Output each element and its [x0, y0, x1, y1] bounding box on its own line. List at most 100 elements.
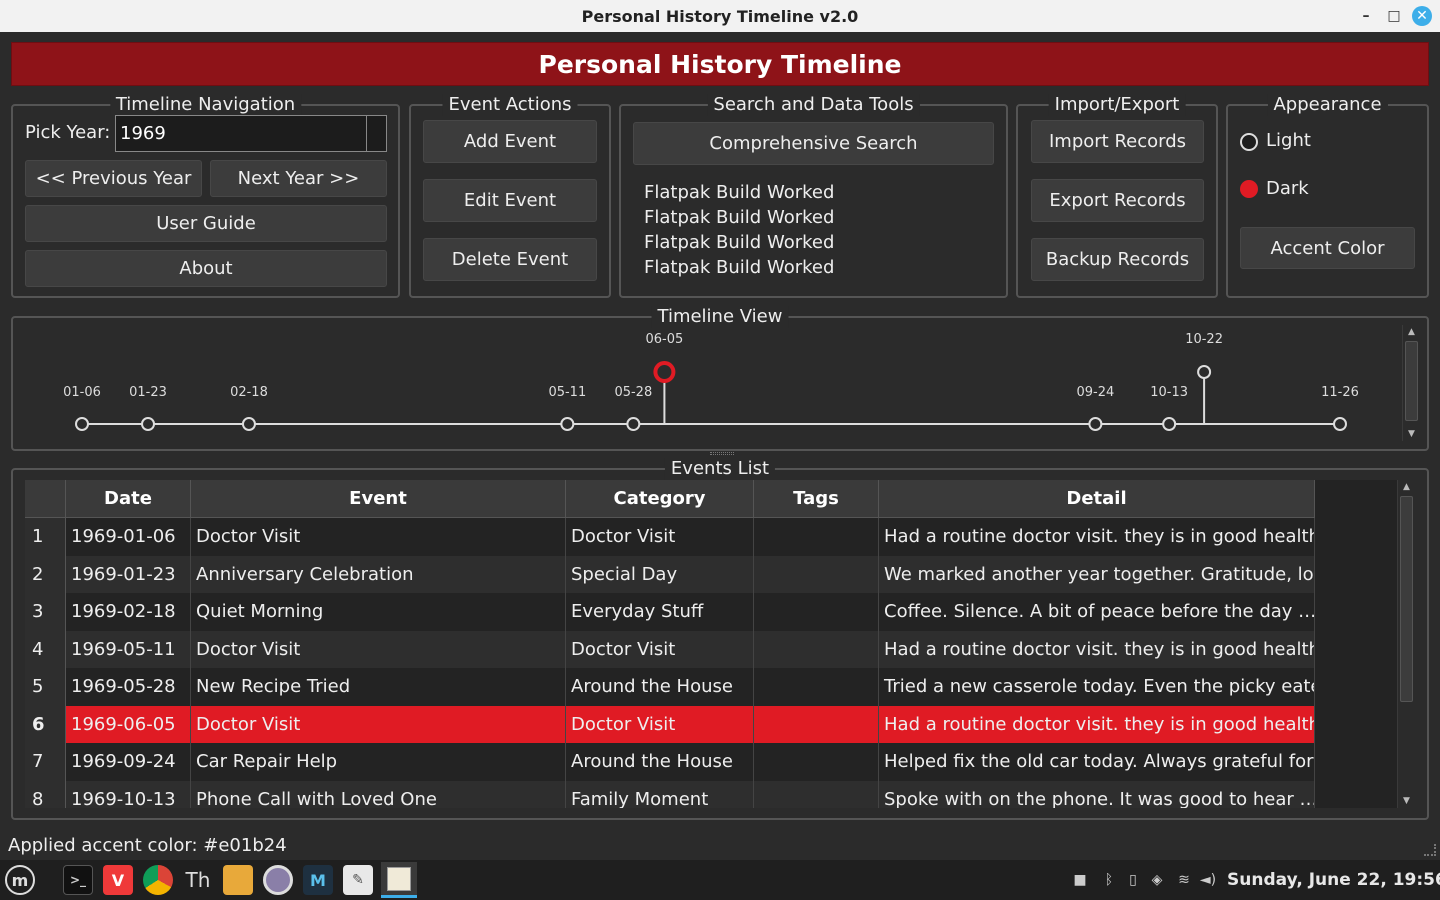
wifi-icon[interactable]: ≋ — [1174, 870, 1194, 890]
cell-date[interactable]: 1969-01-06 — [66, 518, 191, 556]
cell-tags[interactable] — [754, 593, 879, 631]
table-row[interactable]: 6 1969-06-05 Doctor Visit Doctor Visit Had a… — [25, 705, 1315, 743]
row-number[interactable]: 5 — [25, 668, 66, 706]
cell-tags[interactable] — [754, 668, 879, 706]
add-event-button[interactable]: Add Event — [423, 120, 597, 163]
cell-detail[interactable]: We marked another year together. Gratitu… — [879, 555, 1315, 593]
camera-tray-icon[interactable]: ■ — [1070, 870, 1090, 890]
cell-detail[interactable]: Helped fix the old car today. Always gra… — [879, 743, 1315, 781]
scroll-up-icon[interactable]: ▲ — [1403, 325, 1420, 339]
timeline-scrollbar[interactable]: ▲ ▼ — [1402, 325, 1420, 441]
camera-icon[interactable] — [263, 865, 293, 895]
cell-category[interactable]: Around the House — [566, 743, 754, 781]
terminal-icon[interactable]: >_ — [63, 865, 93, 895]
cell-tags[interactable] — [754, 555, 879, 593]
backup-records-button[interactable]: Backup Records — [1031, 238, 1204, 281]
cell-event[interactable]: Doctor Visit — [191, 518, 566, 556]
cell-event[interactable]: Quiet Morning — [191, 593, 566, 631]
cell-detail[interactable]: Coffee. Silence. A bit of peace before t… — [879, 593, 1315, 631]
cell-date[interactable]: 1969-01-23 — [66, 555, 191, 593]
dark-radio-label[interactable]: Dark — [1266, 178, 1309, 199]
clock[interactable]: Sunday, June 22, 19:56 — [1227, 870, 1440, 890]
scroll-down-icon[interactable]: ▼ — [1403, 427, 1420, 441]
cell-tags[interactable] — [754, 780, 879, 808]
cell-detail[interactable]: Had a routine doctor visit. they is in g… — [879, 705, 1315, 743]
volume-icon[interactable]: ◄) — [1198, 870, 1218, 890]
mail-icon[interactable]: M — [303, 865, 333, 895]
bluetooth-icon[interactable]: ᛒ — [1099, 870, 1119, 890]
timeline-marker[interactable] — [141, 417, 156, 431]
cell-category[interactable]: Special Day — [566, 555, 754, 593]
scrollbar-thumb[interactable] — [1405, 341, 1418, 421]
files-icon[interactable] — [223, 865, 253, 895]
cell-detail[interactable]: Tried a new casserole today. Even the pi… — [879, 668, 1315, 706]
table-row[interactable]: 1 1969-01-06 Doctor Visit Doctor Visit Had a… — [25, 518, 1315, 556]
text-editor-icon[interactable]: ✎ — [343, 865, 373, 895]
vivaldi-icon[interactable]: V — [103, 865, 133, 895]
scroll-down-icon[interactable]: ▼ — [1398, 794, 1415, 808]
cell-date[interactable]: 1969-09-24 — [66, 743, 191, 781]
cell-detail[interactable]: Had a routine doctor visit. they is in g… — [879, 518, 1315, 556]
edit-event-button[interactable]: Edit Event — [423, 179, 597, 222]
timeline-marker[interactable] — [1088, 417, 1103, 431]
cell-event[interactable]: Anniversary Celebration — [191, 555, 566, 593]
chrome-icon[interactable] — [143, 865, 173, 895]
timeline-marker[interactable] — [1197, 365, 1212, 379]
timeline-marker[interactable] — [653, 361, 676, 383]
events-table[interactable]: Date Event Category Tags Detail 1 1969-01… — [25, 480, 1397, 808]
cell-category[interactable]: Doctor Visit — [566, 518, 754, 556]
export-records-button[interactable]: Export Records — [1031, 179, 1204, 222]
table-scrollbar[interactable]: ▲ ▼ — [1397, 480, 1415, 808]
cell-tags[interactable] — [754, 705, 879, 743]
previous-year-button[interactable]: << Previous Year — [25, 160, 202, 197]
table-row[interactable]: 3 1969-02-18 Quiet Morning Everyday Stuff Co… — [25, 593, 1315, 631]
cell-tags[interactable] — [754, 743, 879, 781]
maximize-button[interactable]: □ — [1384, 0, 1404, 32]
typography-icon[interactable]: Th — [183, 865, 213, 895]
table-row[interactable]: 5 1969-05-28 New Recipe Tried Around the Ho… — [25, 668, 1315, 706]
cell-date[interactable]: 1969-06-05 — [66, 705, 191, 743]
scrollbar-thumb[interactable] — [1400, 496, 1413, 702]
column-header-date[interactable]: Date — [66, 480, 191, 518]
comprehensive-search-button[interactable]: Comprehensive Search — [633, 122, 994, 165]
cell-detail[interactable]: Had a routine doctor visit. they is in g… — [879, 630, 1315, 668]
table-row[interactable]: 8 1969-10-13 Phone Call with Loved One Fami… — [25, 780, 1315, 808]
scroll-up-icon[interactable]: ▲ — [1398, 480, 1415, 494]
cell-category[interactable]: Doctor Visit — [566, 630, 754, 668]
cell-category[interactable]: Family Moment — [566, 780, 754, 808]
row-number[interactable]: 7 — [25, 743, 66, 781]
user-guide-button[interactable]: User Guide — [25, 205, 387, 242]
delete-event-button[interactable]: Delete Event — [423, 238, 597, 281]
cell-event[interactable]: Doctor Visit — [191, 705, 566, 743]
timeline-marker[interactable] — [1333, 417, 1347, 431]
resize-grip[interactable] — [1424, 844, 1436, 856]
table-row[interactable]: 4 1969-05-11 Doctor Visit Doctor Visit Had a… — [25, 630, 1315, 668]
table-row[interactable]: 7 1969-09-24 Car Repair Help Around the Hou… — [25, 743, 1315, 781]
timeline-marker[interactable] — [1162, 417, 1177, 431]
cell-event[interactable]: New Recipe Tried — [191, 668, 566, 706]
cell-tags[interactable] — [754, 518, 879, 556]
column-header-event[interactable]: Event — [191, 480, 566, 518]
row-number[interactable]: 8 — [25, 780, 66, 808]
column-header-tags[interactable]: Tags — [754, 480, 879, 518]
about-button[interactable]: About — [25, 250, 387, 287]
shield-icon[interactable]: ◈ — [1147, 870, 1167, 890]
cell-date[interactable]: 1969-05-11 — [66, 630, 191, 668]
cell-event[interactable]: Doctor Visit — [191, 630, 566, 668]
cell-category[interactable]: Everyday Stuff — [566, 593, 754, 631]
next-year-button[interactable]: Next Year >> — [210, 160, 387, 197]
light-radio[interactable] — [1240, 133, 1258, 151]
splitter-handle[interactable] — [710, 452, 734, 455]
timeline-chart[interactable]: 01-06 01-23 02-18 05-11 05-28 06-05 09-24 10-13… — [13, 318, 1401, 448]
accent-color-button[interactable]: Accent Color — [1240, 227, 1415, 269]
cell-date[interactable]: 1969-02-18 — [66, 593, 191, 631]
row-number[interactable]: 2 — [25, 555, 66, 593]
year-spinbox[interactable]: 1969 — [115, 115, 387, 152]
cell-date[interactable]: 1969-05-28 — [66, 668, 191, 706]
import-records-button[interactable]: Import Records — [1031, 120, 1204, 163]
timeline-marker[interactable] — [626, 417, 641, 431]
cell-category[interactable]: Doctor Visit — [566, 705, 754, 743]
cell-event[interactable]: Phone Call with Loved One — [191, 780, 566, 808]
cell-tags[interactable] — [754, 630, 879, 668]
row-number[interactable]: 6 — [25, 705, 66, 743]
